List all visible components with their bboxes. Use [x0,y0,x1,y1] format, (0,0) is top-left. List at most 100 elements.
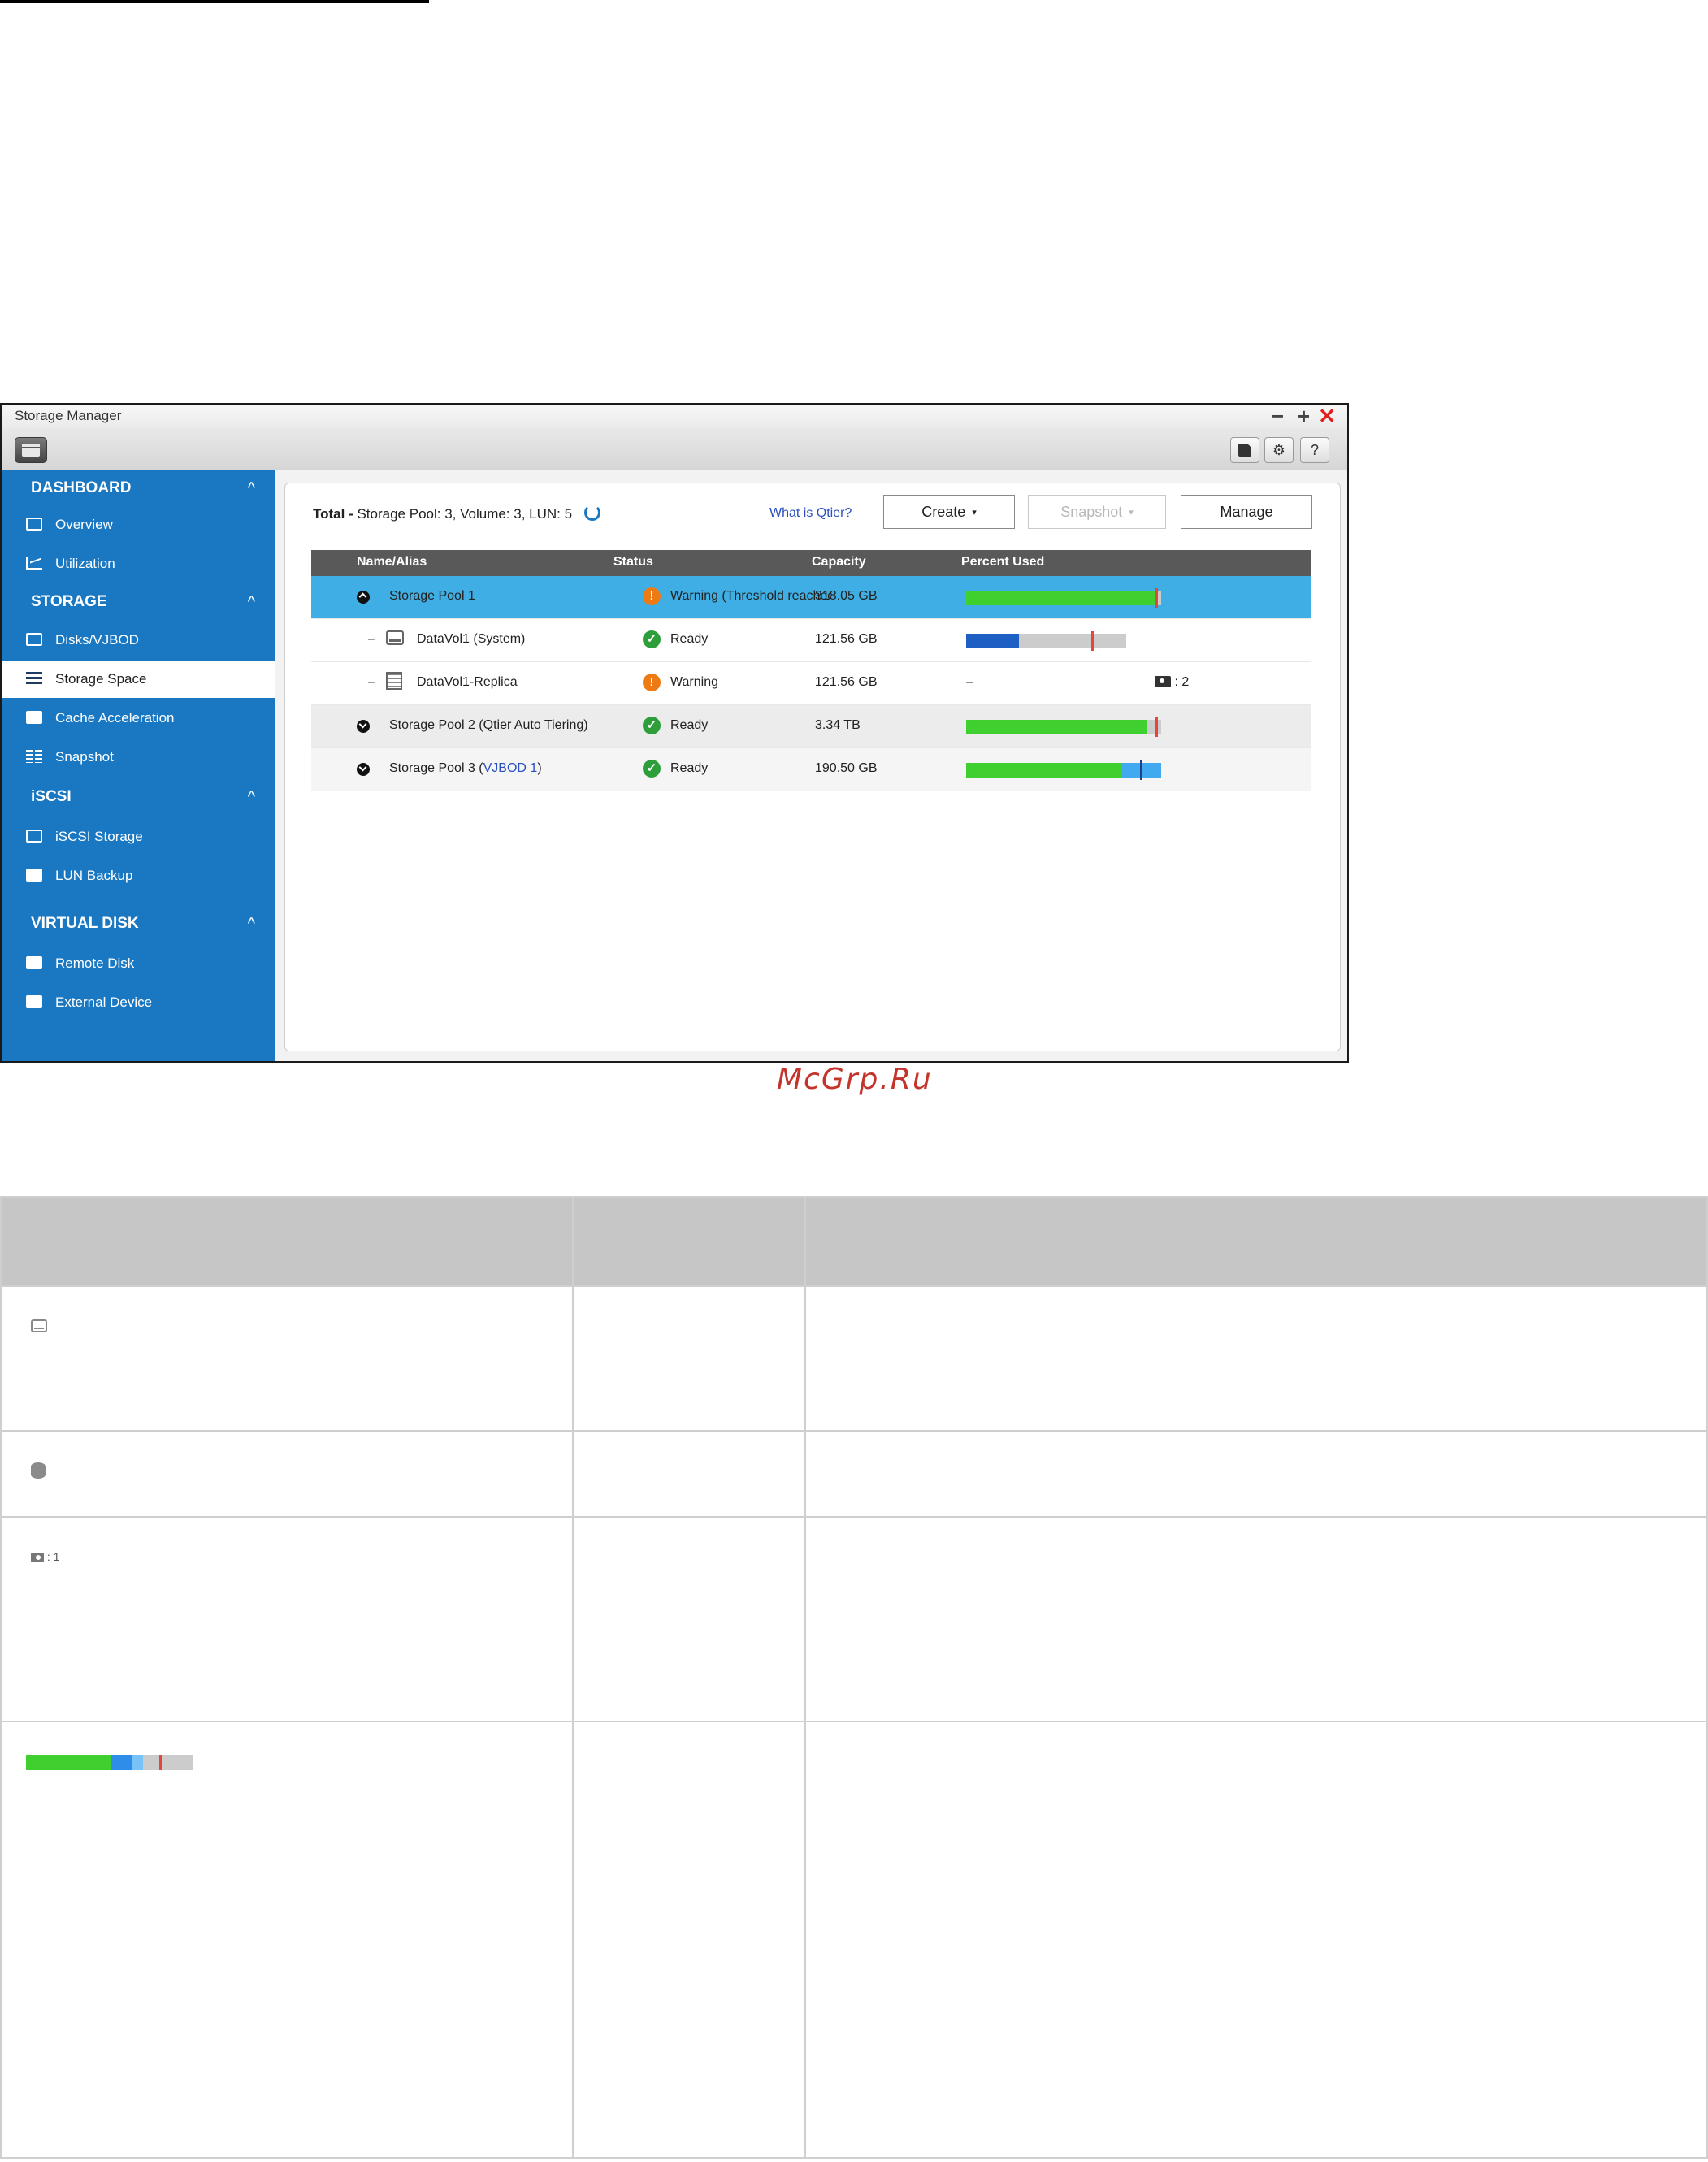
table-row[interactable]: Storage Pool 2 (Qtier Auto Tiering) ✓ Re… [311,705,1311,748]
backup-icon [26,869,42,882]
row-name: Storage Pool 3 (VJBOD 1) [389,761,542,775]
threshold-marker [1155,717,1158,737]
reference-cell [804,1516,1708,1722]
threshold-marker [1140,760,1142,780]
table-row[interactable]: – DataVol1 (System) ✓ Ready 121.56 GB [311,619,1311,662]
sidebar-section-iscsi[interactable]: iSCSI ^ [2,779,275,815]
chevron-up-icon[interactable]: ^ [248,779,255,815]
tree-connector: – [368,632,375,645]
reference-row [0,1285,1708,1432]
sidebar-item-snapshot[interactable]: Snapshot [2,739,275,776]
what-is-qtier-link[interactable]: What is Qtier? [769,506,852,521]
chevron-up-icon[interactable]: ^ [248,470,255,506]
volume-icon [386,630,404,645]
iscsi-icon [26,830,42,843]
sidebar-section-virtual-disk[interactable]: VIRTUAL DISK ^ [2,906,275,942]
refresh-icon[interactable] [583,505,600,521]
reference-icon-cell [0,1285,574,1432]
remote-disk-icon [26,956,42,969]
minimize-button[interactable]: − [1272,405,1284,427]
maximize-button[interactable]: + [1298,405,1310,427]
column-header[interactable]: Capacity [812,555,866,570]
app-menu-icon[interactable] [15,437,47,463]
expand-icon[interactable] [357,720,370,733]
collapse-icon[interactable] [357,591,370,604]
reference-cell [804,1430,1708,1518]
reference-cell [804,1721,1708,2159]
reference-icon-cell [0,1721,574,2159]
reference-cell [804,1285,1708,1432]
reference-icon-cell: : 1 [0,1516,574,1722]
storage-manager-window: Storage Manager − + ✕ ⚙ ? DASHBOARD ^ Ov… [0,403,1349,1063]
row-capacity: 121.56 GB [815,632,878,646]
percent-used-bar [966,717,1161,737]
notifications-icon[interactable] [1230,437,1259,463]
reference-icon-cell [0,1430,574,1518]
gear-icon[interactable]: ⚙ [1264,437,1294,463]
tier-segment [111,1755,132,1770]
header-cell [572,1196,806,1287]
tree-connector: – [368,675,375,688]
close-button[interactable]: ✕ [1318,405,1336,427]
vjbod-link[interactable]: VJBOD 1 [483,761,538,775]
column-header[interactable]: Status [613,555,653,570]
sidebar-item-cache-acceleration[interactable]: Cache Acceleration [2,700,275,737]
sidebar-section-dashboard[interactable]: DASHBOARD ^ [2,470,275,506]
row-name: Storage Pool 1 [389,589,475,603]
expand-icon[interactable] [357,763,370,776]
sidebar-item-storage-space[interactable]: Storage Space [2,661,275,698]
help-icon[interactable]: ? [1300,437,1329,463]
snapshot-button[interactable]: Snapshot ▾ [1028,495,1166,529]
volume-icon [31,1319,47,1332]
camera-icon [31,1553,44,1562]
percent-used-none: – [966,675,973,689]
reference-row [0,1721,1708,2159]
chevron-up-icon[interactable]: ^ [248,584,255,620]
sidebar-section-storage[interactable]: STORAGE ^ [2,584,275,620]
overview-icon [26,518,42,531]
sidebar-item-utilization[interactable]: Utilization [2,545,275,583]
storage-space-panel: Total - Storage Pool: 3, Volume: 3, LUN:… [284,483,1341,1051]
reference-cell [572,1285,806,1432]
snapshot-icon [26,750,42,763]
header-cell [804,1196,1708,1287]
watermark: McGrp.Ru [777,1063,933,1096]
sidebar-item-overview[interactable]: Overview [2,506,275,544]
used-segment [966,720,1147,734]
percent-used-bar [966,588,1161,608]
table-row[interactable]: Storage Pool 3 (VJBOD 1) ✓ Ready 190.50 … [311,748,1311,791]
threshold-marker [1091,631,1094,651]
row-name: Storage Pool 2 (Qtier Auto Tiering) [389,718,588,732]
sidebar-item-remote-disk[interactable]: Remote Disk [2,945,275,982]
summary: Total - Storage Pool: 3, Volume: 3, LUN:… [313,505,600,522]
column-header[interactable]: Name/Alias [357,555,427,570]
reference-cell [572,1430,806,1518]
sidebar-item-iscsi-storage[interactable]: iSCSI Storage [2,818,275,856]
manage-button[interactable]: Manage [1181,495,1312,529]
table-row[interactable]: Storage Pool 1 ! Warning (Threshold reac… [311,576,1311,619]
snapshot-legend: : 1 [31,1550,59,1563]
row-capacity: 318.05 GB [815,589,878,603]
camera-icon [1155,676,1171,687]
window-title: Storage Manager [15,408,122,423]
reference-cell [572,1516,806,1722]
sidebar-item-lun-backup[interactable]: LUN Backup [2,857,275,895]
snapshot-count[interactable]: : 2 [1155,675,1189,690]
table-row[interactable]: – DataVol1-Replica ! Warning 121.56 GB –… [311,662,1311,705]
top-rule [0,0,429,3]
tier-segment [132,1755,143,1770]
used-segment [26,1755,111,1770]
ready-icon: ✓ [643,630,661,648]
chevron-up-icon[interactable]: ^ [248,906,255,942]
row-name: DataVol1 (System) [417,632,526,646]
row-capacity: 3.34 TB [815,718,861,732]
create-button[interactable]: Create ▾ [883,495,1015,529]
ready-icon: ✓ [643,760,661,778]
reference-table: : 1 [0,1196,1708,2159]
sidebar-item-disks-vjbod[interactable]: Disks/VJBOD [2,622,275,659]
sidebar-item-external-device[interactable]: External Device [2,984,275,1021]
column-header[interactable]: Percent Used [961,555,1044,570]
ready-icon: ✓ [643,717,661,734]
reference-cell [572,1721,806,2159]
replica-icon [386,672,402,690]
